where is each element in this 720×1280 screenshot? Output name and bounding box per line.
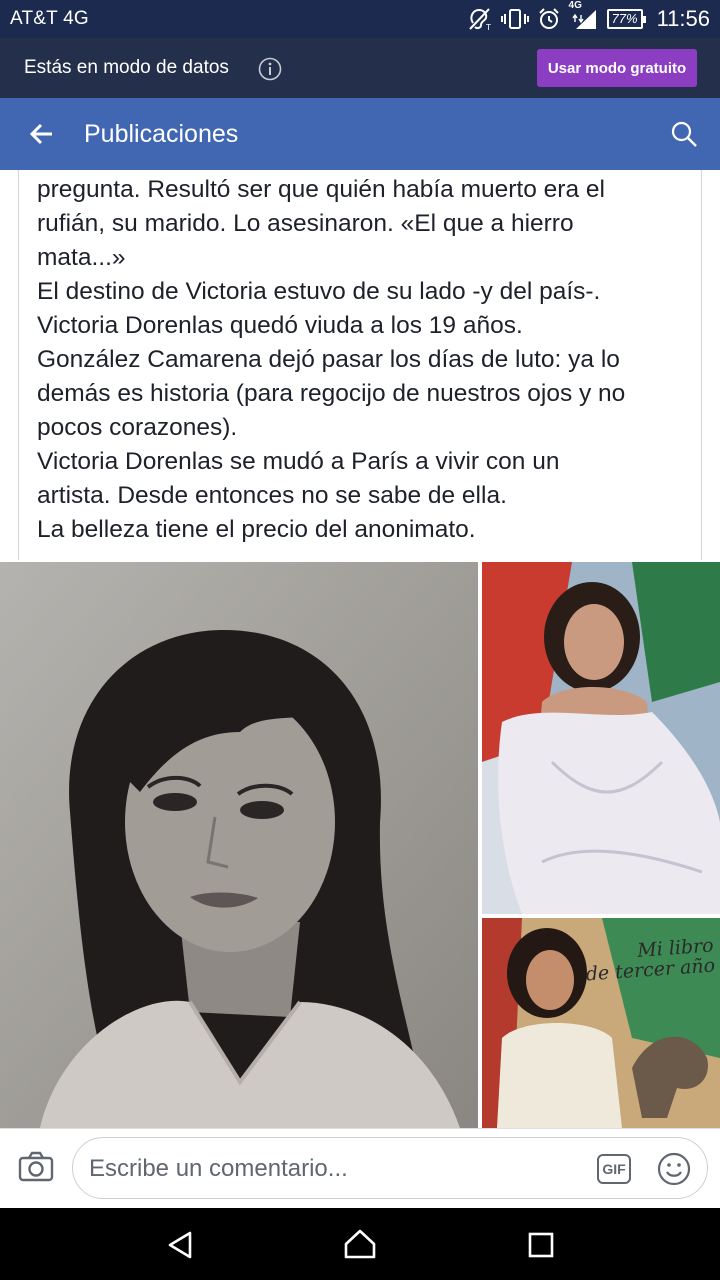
search-icon[interactable] xyxy=(670,120,698,153)
data-mode-banner: Estás en modo de datos Usar modo gratuit… xyxy=(0,38,720,98)
nav-home-icon[interactable] xyxy=(342,1228,378,1265)
post-line: La belleza tiene el precio del anonimato… xyxy=(37,516,476,543)
svg-text:T: T xyxy=(485,23,491,31)
post-line: mata...» xyxy=(37,244,126,271)
comment-bar: Escribe un comentario... GIF xyxy=(0,1128,720,1208)
hearing-aid-icon: T xyxy=(467,6,493,32)
post-photo-book-cover[interactable]: Mi libro de tercer año xyxy=(482,918,720,1128)
status-icons: T 4G 77% 11:56 xyxy=(467,0,710,34)
signal-icon: 4G xyxy=(569,0,599,32)
post-card: pregunta. Resultó ser que quién había mu… xyxy=(18,170,702,560)
post-photo-painting-1[interactable] xyxy=(482,562,720,914)
info-icon[interactable] xyxy=(258,57,282,86)
post-line: González Camarena dejó pasar los días de… xyxy=(37,346,620,373)
post-photo-portrait[interactable] xyxy=(0,562,478,1128)
post-line: pocos corazones). xyxy=(37,414,238,441)
post-line: pregunta. Resultó ser que quién había mu… xyxy=(37,176,605,203)
alarm-icon xyxy=(537,6,561,32)
clock: 11:56 xyxy=(656,6,710,31)
free-mode-button[interactable]: Usar modo gratuito xyxy=(537,49,697,87)
comment-placeholder: Escribe un comentario... xyxy=(89,1155,348,1182)
emoji-icon[interactable] xyxy=(657,1152,691,1191)
battery-level: 77% xyxy=(606,9,646,29)
data-mode-text: Estás en modo de datos xyxy=(24,57,229,78)
network-badge: 4G xyxy=(568,0,582,11)
post-line: Victoria Dorenlas se mudó a París a vivi… xyxy=(37,448,560,475)
book-cover-title: Mi libro de tercer año xyxy=(583,935,716,986)
post-body: pregunta. Resultó ser que quién había mu… xyxy=(37,173,697,547)
portrait-illustration xyxy=(0,562,478,1128)
camera-icon[interactable] xyxy=(18,1151,54,1188)
app-bar: Publicaciones xyxy=(0,98,720,170)
gif-icon[interactable]: GIF xyxy=(597,1154,631,1184)
system-nav-bar xyxy=(0,1208,720,1280)
post-line: demás es historia (para regocijo de nues… xyxy=(37,380,626,407)
nav-back-icon[interactable] xyxy=(166,1230,196,1265)
page-title: Publicaciones xyxy=(84,120,239,148)
vibrate-icon xyxy=(500,6,529,32)
post-line: rufián, su marido. Lo asesinaron. «El qu… xyxy=(37,210,574,237)
nav-recent-apps-icon[interactable] xyxy=(528,1232,554,1263)
post-line: artista. Desde entonces no se sabe de el… xyxy=(37,482,507,509)
carrier-label: AT&T 4G xyxy=(10,8,89,29)
back-arrow-icon[interactable] xyxy=(28,120,56,153)
status-bar: AT&T 4G T 4G 77% 11:56 xyxy=(0,0,720,38)
comment-input[interactable]: Escribe un comentario... GIF xyxy=(72,1137,708,1199)
post-line: El destino de Victoria estuvo de su lado… xyxy=(37,278,601,305)
battery-icon: 77% xyxy=(606,6,646,32)
post-line: Victoria Dorenlas quedó viuda a los 19 a… xyxy=(37,312,523,339)
painting-illustration xyxy=(482,562,720,914)
